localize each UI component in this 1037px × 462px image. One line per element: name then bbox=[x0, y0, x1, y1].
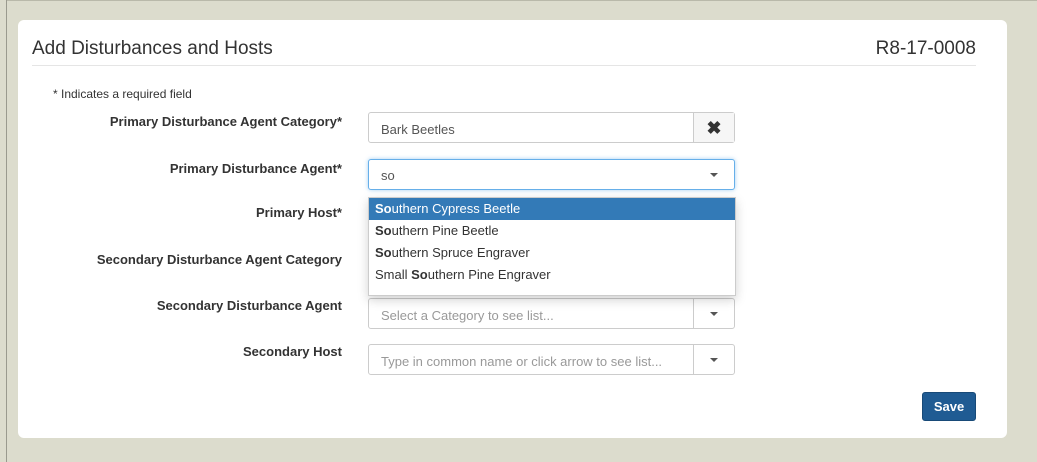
primary-agent-input[interactable]: so bbox=[368, 159, 735, 190]
secondary-agent-placeholder: Select a Category to see list... bbox=[381, 308, 554, 323]
record-id: R8-17-0008 bbox=[875, 38, 976, 59]
close-icon: ✖ bbox=[706, 117, 722, 138]
secondary-agent-input[interactable]: Select a Category to see list... bbox=[368, 298, 735, 329]
chevron-down-icon bbox=[710, 357, 718, 362]
save-button[interactable]: Save bbox=[922, 392, 976, 421]
chevron-down-icon bbox=[710, 172, 718, 177]
secondary-agent-label: Secondary Disturbance Agent bbox=[156, 298, 342, 313]
secondary-agent-dropdown-toggle[interactable] bbox=[693, 299, 734, 328]
primary-agent-value: so bbox=[381, 168, 395, 183]
window-left-border bbox=[0, 0, 7, 462]
suggestion-item[interactable]: Southern Pine Beetle bbox=[369, 220, 735, 242]
chevron-down-icon bbox=[710, 311, 718, 316]
secondary-host-dropdown-toggle[interactable] bbox=[693, 345, 734, 374]
suggestion-item[interactable]: Southern Spruce Engraver bbox=[369, 242, 735, 264]
suggestion-item[interactable]: Small Southern Pine Engraver bbox=[369, 264, 735, 286]
primary-category-field[interactable]: Bark Beetles ✖ bbox=[368, 112, 735, 143]
primary-host-label: Primary Host* bbox=[256, 205, 342, 220]
page-title: Add Disturbances and Hosts bbox=[32, 38, 273, 59]
title-divider bbox=[32, 65, 976, 66]
required-field-note: * Indicates a required field bbox=[53, 87, 192, 101]
window-top-border bbox=[0, 0, 1037, 1]
secondary-host-label: Secondary Host bbox=[243, 344, 342, 359]
primary-agent-dropdown-toggle[interactable] bbox=[694, 160, 734, 189]
primary-category-label: Primary Disturbance Agent Category* bbox=[109, 114, 342, 129]
primary-agent-label: Primary Disturbance Agent* bbox=[169, 161, 342, 176]
secondary-host-placeholder: Type in common name or click arrow to se… bbox=[381, 354, 663, 369]
secondary-category-label: Secondary Disturbance Agent Category bbox=[96, 252, 342, 267]
primary-category-value: Bark Beetles bbox=[381, 122, 455, 137]
secondary-host-input[interactable]: Type in common name or click arrow to se… bbox=[368, 344, 735, 375]
clear-category-button[interactable]: ✖ bbox=[693, 113, 734, 142]
suggestion-item[interactable]: Southern Cypress Beetle bbox=[369, 198, 735, 220]
agent-suggestions-dropdown: Southern Cypress Beetle Southern Pine Be… bbox=[368, 197, 736, 296]
